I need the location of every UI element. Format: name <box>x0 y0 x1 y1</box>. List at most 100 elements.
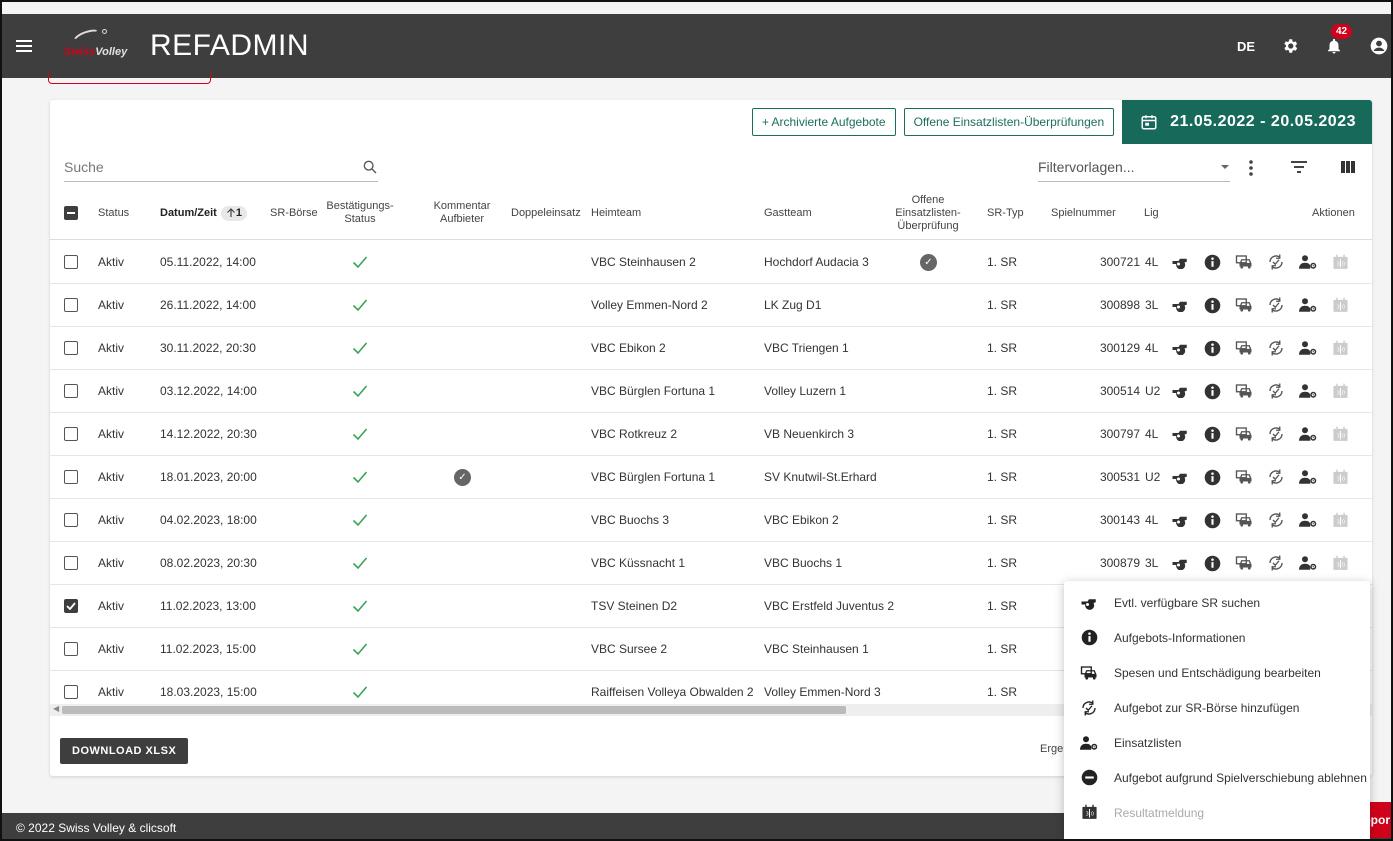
table-row[interactable]: Aktiv 03.12.2022, 14:00 VBC Bürglen Fortun… <box>50 370 1372 413</box>
filter-template-select[interactable]: Filtervorlagen... <box>1038 152 1230 182</box>
language-switch[interactable]: DE <box>1237 39 1255 54</box>
table-row[interactable]: Aktiv 18.01.2023, 20:00 ✓ VBC Bürglen Fortu… <box>50 456 1372 499</box>
car-expenses-icon[interactable] <box>1228 340 1260 356</box>
exchange-icon[interactable] <box>1260 425 1292 443</box>
row-checkbox[interactable] <box>64 413 78 455</box>
user-settings-icon[interactable] <box>1292 254 1324 270</box>
date-range-picker[interactable]: 21.05.2022 - 20.05.2023 <box>1122 100 1372 144</box>
col-offene[interactable]: Offene Einsatzlisten-Überprüfung <box>892 186 964 240</box>
row-checkbox[interactable] <box>64 542 78 584</box>
settings-gear-icon[interactable] <box>1281 37 1299 55</box>
scrollbar-thumb[interactable] <box>62 706 846 714</box>
info-icon[interactable] <box>1196 254 1228 271</box>
row-checkbox[interactable] <box>64 585 78 627</box>
menu-item-minus-circle[interactable]: Aufgebot aufgrund Spielverschiebung able… <box>1064 760 1370 795</box>
col-sr-typ[interactable]: SR-Typ <box>987 186 1024 240</box>
info-icon[interactable] <box>1196 426 1228 443</box>
col-liga[interactable]: Lig <box>1144 186 1159 240</box>
col-doppeleinsatz[interactable]: Doppeleinsatz <box>511 186 581 240</box>
info-icon[interactable] <box>1196 469 1228 486</box>
find-referee-whistle-icon[interactable] <box>1164 471 1196 484</box>
scoreboard-icon: 30 <box>1324 469 1356 486</box>
col-gastteam[interactable]: Gastteam <box>764 186 812 240</box>
find-referee-whistle-icon[interactable] <box>1164 557 1196 570</box>
search-icon[interactable] <box>362 159 378 175</box>
user-settings-icon[interactable] <box>1292 555 1324 571</box>
archived-assignments-button[interactable]: + Archivierte Aufgebote <box>751 108 896 136</box>
user-settings-icon[interactable] <box>1292 512 1324 528</box>
select-all-checkbox[interactable] <box>64 186 78 240</box>
row-checkbox[interactable] <box>64 327 78 369</box>
col-bestaetigung[interactable]: Bestätigungs-Status <box>326 186 393 240</box>
find-referee-whistle-icon[interactable] <box>1164 256 1196 269</box>
col-heimteam[interactable]: Heimteam <box>591 186 641 240</box>
table-row[interactable]: Aktiv 30.11.2022, 20:30 VBC Ebikon 2 VBC Tr… <box>50 327 1372 370</box>
exchange-icon[interactable] <box>1260 253 1292 271</box>
user-settings-icon[interactable] <box>1292 340 1324 356</box>
exchange-icon[interactable] <box>1260 382 1292 400</box>
menu-item-info[interactable]: Aufgebots-Informationen <box>1064 620 1370 655</box>
row-checkbox[interactable] <box>64 499 78 541</box>
table-row[interactable]: Aktiv 14.12.2022, 20:30 VBC Rotkreuz 2 VB N… <box>50 413 1372 456</box>
download-xlsx-button[interactable]: DOWNLOAD XLSX <box>60 738 189 764</box>
find-referee-whistle-icon[interactable] <box>1164 514 1196 527</box>
menu-icon[interactable] <box>16 40 32 52</box>
more-vert-icon[interactable] <box>1248 160 1254 176</box>
open-check-icon[interactable]: ✓ <box>920 241 937 283</box>
car-expenses-icon[interactable] <box>1228 555 1260 571</box>
user-settings-icon[interactable] <box>1292 469 1324 485</box>
account-icon[interactable] <box>1369 36 1389 56</box>
search-input[interactable]: Suche <box>64 152 378 182</box>
exchange-icon[interactable] <box>1260 511 1292 529</box>
row-checkbox[interactable] <box>64 456 78 498</box>
exchange-icon[interactable] <box>1260 296 1292 314</box>
menu-item-exchange[interactable]: Aufgebot zur SR-Börse hinzufügen <box>1064 690 1370 725</box>
col-datum[interactable]: Datum/Zeit 1 <box>160 186 247 240</box>
exchange-icon[interactable] <box>1260 554 1292 572</box>
row-checkbox[interactable] <box>64 241 78 283</box>
info-icon[interactable] <box>1196 340 1228 357</box>
filter-list-icon[interactable] <box>1290 160 1308 174</box>
car-expenses-icon[interactable] <box>1228 426 1260 442</box>
row-checkbox[interactable] <box>64 370 78 412</box>
col-spielnummer[interactable]: Spielnummer <box>1051 186 1116 240</box>
find-referee-whistle-icon[interactable] <box>1164 428 1196 441</box>
find-referee-whistle-icon[interactable] <box>1164 342 1196 355</box>
col-kommentar[interactable]: Kommentar Aufbieter <box>432 186 492 240</box>
row-checkbox[interactable] <box>64 628 78 670</box>
columns-icon[interactable] <box>1340 160 1356 174</box>
table-row[interactable]: Aktiv 26.11.2022, 14:00 Volley Emmen-Nord … <box>50 284 1372 327</box>
open-checks-button[interactable]: Offene Einsatzlisten-Überprüfungen <box>903 108 1115 136</box>
row-liga: 4L <box>1145 427 1159 441</box>
user-settings-icon[interactable] <box>1292 383 1324 399</box>
user-settings-icon[interactable] <box>1292 297 1324 313</box>
car-expenses-icon[interactable] <box>1228 297 1260 313</box>
table-row[interactable]: Aktiv 05.11.2022, 14:00 VBC Steinhausen 2 H… <box>50 241 1372 284</box>
find-referee-whistle-icon[interactable] <box>1164 385 1196 398</box>
scroll-left-icon[interactable]: ◀ <box>53 704 59 713</box>
car-expenses-icon[interactable] <box>1228 254 1260 270</box>
info-icon[interactable] <box>1196 383 1228 400</box>
table-row[interactable]: Aktiv 04.02.2023, 18:00 VBC Buochs 3 VBC Eb… <box>50 499 1372 542</box>
comment-check-icon[interactable]: ✓ <box>454 456 471 498</box>
table-row[interactable]: Aktiv 08.02.2023, 20:30 VBC Küssnacht 1 VBC… <box>50 542 1372 585</box>
row-checkbox[interactable] <box>64 284 78 326</box>
exchange-icon[interactable] <box>1260 468 1292 486</box>
find-referee-whistle-icon[interactable] <box>1164 299 1196 312</box>
menu-item-car-expenses[interactable]: Spesen und Entschädigung bearbeiten <box>1064 655 1370 690</box>
car-expenses-icon[interactable] <box>1228 469 1260 485</box>
exchange-icon[interactable] <box>1260 339 1292 357</box>
menu-item-whistle[interactable]: Evtl. verfügbare SR suchen <box>1064 585 1370 620</box>
info-icon[interactable] <box>1196 555 1228 572</box>
info-icon[interactable] <box>1196 297 1228 314</box>
col-status[interactable]: Status <box>98 186 129 240</box>
info-icon[interactable] <box>1196 512 1228 529</box>
car-expenses-icon[interactable] <box>1228 512 1260 528</box>
col-sr-boerse[interactable]: SR-Börse <box>270 186 318 240</box>
hidden-red-button[interactable] <box>48 72 211 84</box>
car-expenses-icon[interactable] <box>1228 383 1260 399</box>
menu-item-scoreboard: 3 0 Resultatmeldung <box>1064 795 1370 830</box>
notifications-bell-icon[interactable]: 42 <box>1325 24 1353 56</box>
user-settings-icon[interactable] <box>1292 426 1324 442</box>
menu-item-user-settings[interactable]: Einsatzlisten <box>1064 725 1370 760</box>
